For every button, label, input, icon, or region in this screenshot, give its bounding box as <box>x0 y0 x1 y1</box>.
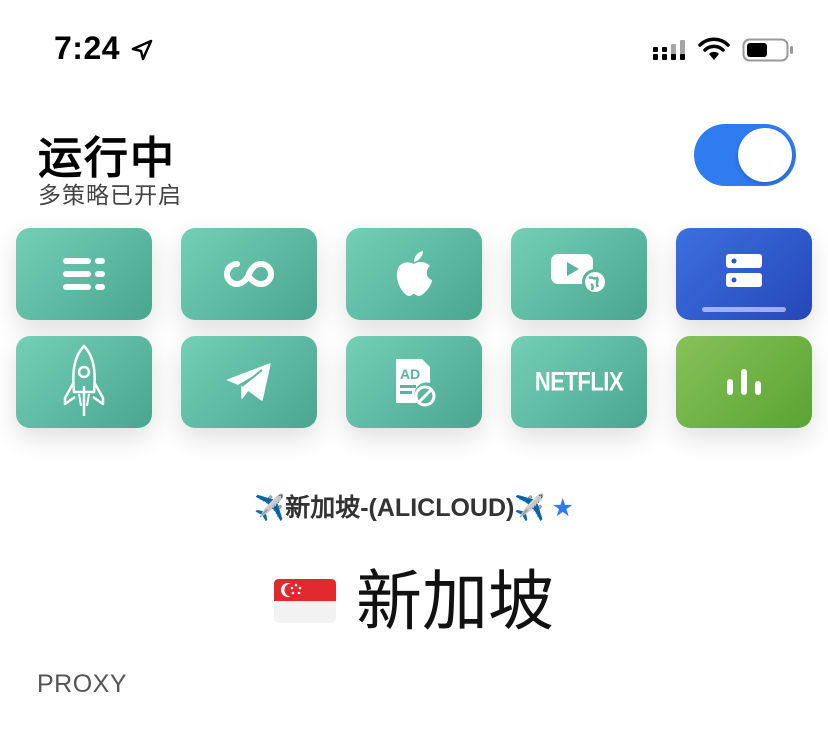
battery-icon <box>742 38 793 62</box>
tile-rocket-policy[interactable] <box>16 336 152 428</box>
status-subtitle: 多策略已开启 <box>38 182 182 208</box>
tile-stats-policy[interactable] <box>676 336 812 428</box>
video-globe-icon <box>551 254 608 295</box>
ad-block-icon: AD <box>396 359 436 407</box>
singapore-flag-icon <box>274 578 336 623</box>
apple-icon <box>396 251 432 296</box>
location-arrow-icon <box>131 39 153 61</box>
policy-name: ✈️新加坡-(ALICLOUD)✈️ <box>254 494 546 522</box>
cellular-signal-icon <box>653 40 685 60</box>
svg-text:AD: AD <box>400 366 420 382</box>
tile-netflix-policy[interactable]: NETFLIX <box>511 336 647 428</box>
rocket-icon <box>63 344 105 416</box>
section-header-proxy: PROXY <box>37 670 128 698</box>
policy-group-label[interactable]: ✈️新加坡-(ALICLOUD)✈️ ★ <box>0 488 828 524</box>
bar-chart-icon <box>727 369 761 395</box>
tile-apple-policy[interactable] <box>346 228 482 320</box>
toggle-knob <box>738 128 792 182</box>
server-icon <box>726 254 762 287</box>
infinity-icon <box>224 260 274 288</box>
status-time: 7:24 <box>54 30 121 66</box>
tile-streaming-policy[interactable] <box>511 228 647 320</box>
tile-telegram-policy[interactable] <box>181 336 317 428</box>
selected-server[interactable]: 新加坡 <box>0 548 828 644</box>
list-icon <box>63 258 105 290</box>
netflix-logo: NETFLIX <box>534 366 624 397</box>
tile-infinity-policy[interactable] <box>181 228 317 320</box>
telegram-icon <box>227 363 271 401</box>
tile-ad-block-policy[interactable]: AD <box>346 336 482 428</box>
wifi-icon <box>698 37 730 60</box>
active-indicator <box>702 307 786 312</box>
run-toggle[interactable] <box>694 124 796 186</box>
favorite-star-icon[interactable]: ★ <box>551 494 573 522</box>
tile-server-policy[interactable] <box>676 228 812 320</box>
server-name: 新加坡 <box>356 564 554 638</box>
tile-list-rules[interactable] <box>16 228 152 320</box>
